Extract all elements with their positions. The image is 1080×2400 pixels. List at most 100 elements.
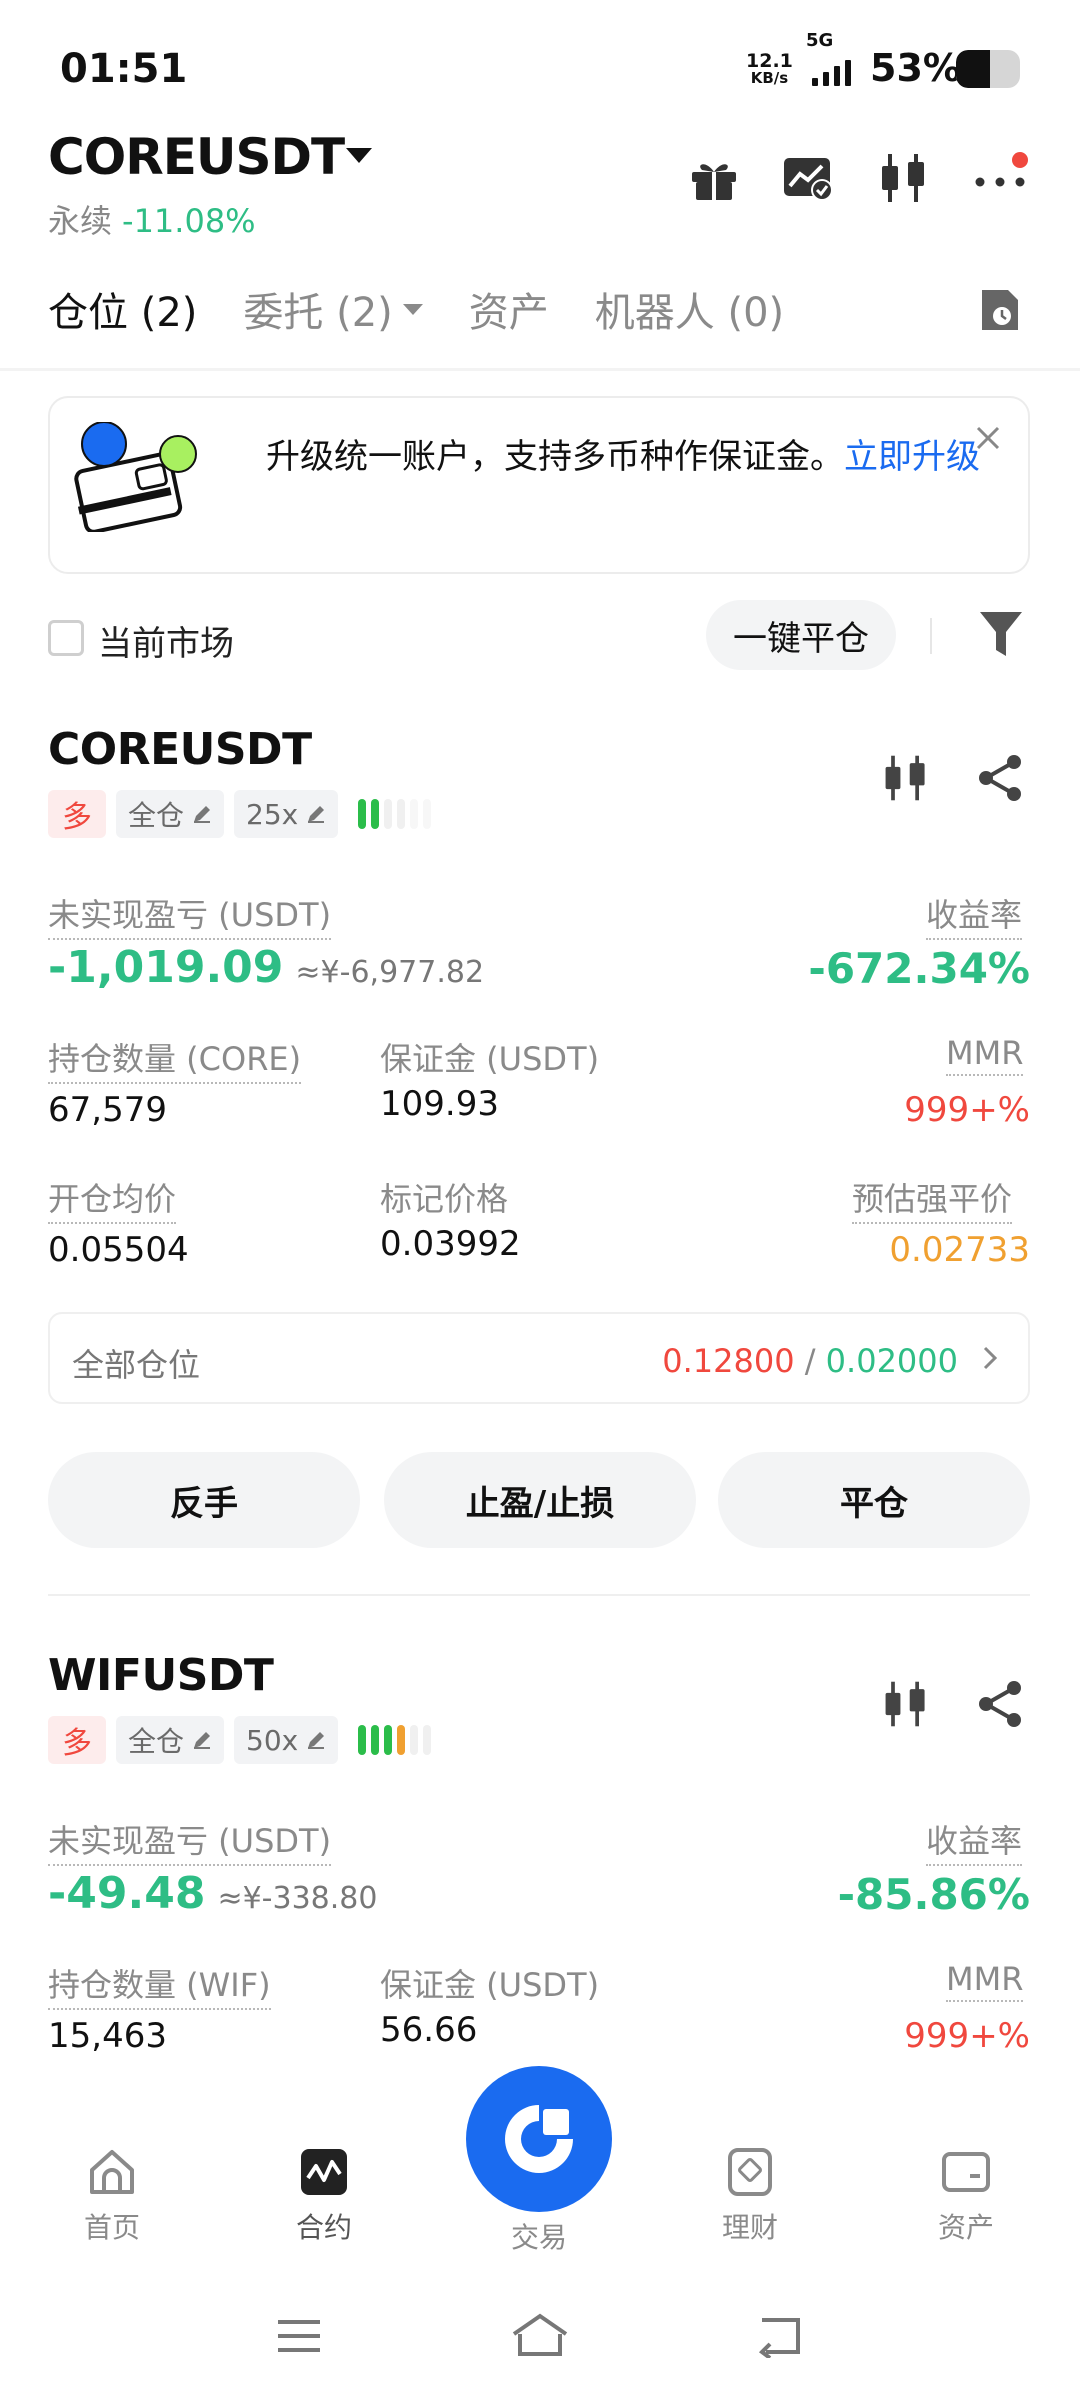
leverage-label: 25x (246, 797, 299, 831)
pair-dropdown-icon[interactable] (346, 148, 372, 163)
filter-icon[interactable] (976, 608, 1026, 660)
liq-price-label[interactable]: 预估强平价 (852, 1174, 1013, 1224)
gift-icon[interactable] (686, 150, 742, 206)
roe-label[interactable]: 收益率 (926, 890, 1023, 940)
risk-bar (358, 1725, 367, 1755)
candlestick-icon[interactable] (880, 1678, 932, 1730)
margin-label-text: 保证金 (USDT) (380, 1040, 600, 1078)
battery-icon (956, 50, 1020, 88)
upgrade-banner[interactable]: 升级统一账户，支持多币种作保证金。立即升级 (48, 396, 1030, 574)
risk-bar (384, 799, 393, 829)
close-position-button[interactable]: 平仓 (718, 1452, 1030, 1548)
position-symbol[interactable]: COREUSDT (48, 724, 312, 775)
mark-price-value: 0.03992 (380, 1224, 521, 1264)
leverage-label: 50x (246, 1723, 299, 1757)
risk-bar (371, 799, 380, 829)
unrealized-pnl-label[interactable]: 未实现盈亏 (USDT) (48, 890, 332, 940)
nav-futures-label: 合约 (295, 2211, 352, 2244)
trade-button[interactable] (466, 2066, 612, 2212)
entry-price-label-text: 开仓均价 (48, 1174, 177, 1224)
qty-label[interactable]: 持仓数量 (WIF) (48, 1960, 271, 2010)
menu-icon[interactable] (274, 2316, 324, 2356)
share-icon[interactable] (974, 1678, 1026, 1730)
entry-price-label[interactable]: 开仓均价 (48, 1174, 177, 1224)
edit-icon (194, 806, 211, 823)
position-symbol[interactable]: WIFUSDT (48, 1650, 274, 1701)
history-document-icon[interactable] (978, 286, 1022, 334)
mark-price-label-text: 标记价格 (380, 1180, 509, 1218)
back-icon[interactable] (754, 2314, 806, 2358)
contract-type: 永续 (48, 202, 113, 240)
edit-icon (308, 1732, 325, 1749)
margin-value: 109.93 (380, 1084, 499, 1124)
nav-home[interactable]: 首页 (32, 2146, 192, 2246)
home-system-icon[interactable] (510, 2312, 570, 2358)
unrealized-pnl-label-text: 未实现盈亏 (USDT) (48, 890, 332, 940)
tab-orders[interactable]: 委托 (2) (243, 280, 423, 338)
upgrade-link[interactable]: 立即升级 (844, 437, 980, 477)
mmr-label-text: MMR (946, 1960, 1024, 2002)
divider (930, 618, 932, 654)
margin-mode-label: 全仓 (128, 799, 185, 832)
margin-mode-tag[interactable]: 全仓 (116, 1716, 225, 1764)
roe-label-text: 收益率 (926, 890, 1023, 940)
mmr-label[interactable]: MMR (946, 1960, 1024, 2002)
liq-price-label-text: 预估强平价 (852, 1174, 1013, 1224)
stop-loss-value: 0.02000 (825, 1342, 958, 1380)
risk-bar (358, 799, 367, 829)
leverage-tag[interactable]: 25x (234, 790, 339, 838)
unrealized-pnl-label[interactable]: 未实现盈亏 (USDT) (48, 1816, 332, 1866)
candlestick-icon[interactable] (876, 150, 932, 206)
chart-check-icon[interactable] (780, 150, 836, 206)
margin-mode-tag[interactable]: 全仓 (116, 790, 225, 838)
home-icon (90, 2150, 134, 2194)
futures-chart-icon (301, 2149, 347, 2195)
chevron-down-icon (402, 303, 423, 315)
edit-icon (308, 806, 325, 823)
risk-bar (423, 1725, 432, 1755)
nav-earn[interactable]: 理财 (670, 2146, 830, 2246)
position-tags: 多 全仓 25x (48, 790, 432, 838)
tab-orders-label: 委托 (2) (243, 290, 393, 336)
side-badge: 多 (48, 1716, 106, 1764)
risk-bar (410, 1725, 419, 1755)
nav-trade-label[interactable]: 交易 (466, 2216, 612, 2256)
earn-icon (728, 2148, 772, 2196)
share-icon[interactable] (974, 752, 1026, 804)
nav-futures[interactable]: 合约 (244, 2146, 404, 2246)
network-speed-unit: KB/s (750, 69, 789, 87)
close-icon[interactable] (972, 422, 1004, 454)
risk-level-bars (358, 799, 432, 829)
position-tabs: 仓位 (2) 委托 (2) 资产 机器人 (0) (48, 280, 784, 338)
tab-bots[interactable]: 机器人 (0) (595, 280, 784, 338)
nav-earn-label: 理财 (721, 2211, 778, 2244)
mmr-label[interactable]: MMR (946, 1034, 1024, 1076)
mark-price-label: 标记价格 (380, 1174, 508, 1222)
qty-label[interactable]: 持仓数量 (CORE) (48, 1034, 302, 1084)
current-market-checkbox[interactable] (48, 620, 84, 656)
nav-assets-label: 资产 (937, 2211, 994, 2244)
system-nav-bar (0, 2276, 1080, 2400)
roe-value: -85.86% (837, 1870, 1030, 1919)
position-tags: 多 全仓 50x (48, 1716, 432, 1764)
margin-label-text: 保证金 (USDT) (380, 1966, 600, 2004)
leverage-tag[interactable]: 50x (234, 1716, 339, 1764)
close-all-button[interactable]: 一键平仓 (706, 600, 896, 670)
take-profit-value: 0.12800 (662, 1342, 795, 1380)
tab-positions[interactable]: 仓位 (2) (48, 280, 197, 338)
banner-message: 升级统一账户，支持多币种作保证金。立即升级 (266, 434, 1006, 480)
reverse-button[interactable]: 反手 (48, 1452, 360, 1548)
roe-label[interactable]: 收益率 (926, 1816, 1023, 1866)
tab-assets[interactable]: 资产 (469, 280, 549, 338)
unrealized-pnl-label-text: 未实现盈亏 (USDT) (48, 1816, 332, 1866)
all-positions-tpsl-row[interactable]: 全部仓位 0.12800 / 0.02000 (48, 1312, 1030, 1404)
tpsl-button[interactable]: 止盈/止损 (384, 1452, 696, 1548)
candlestick-icon[interactable] (880, 752, 932, 804)
unrealized-pnl-cny: ≈¥-338.80 (217, 1881, 378, 1916)
pair-title[interactable]: COREUSDT (48, 128, 345, 186)
margin-label: 保证金 (USDT) (380, 1034, 599, 1082)
unrealized-pnl-value: -1,019.09 (48, 942, 284, 993)
nav-assets[interactable]: 资产 (886, 2146, 1046, 2246)
current-market-label[interactable]: 当前市场 (98, 616, 234, 665)
network-speed: 12.1 KB/s (746, 52, 793, 86)
